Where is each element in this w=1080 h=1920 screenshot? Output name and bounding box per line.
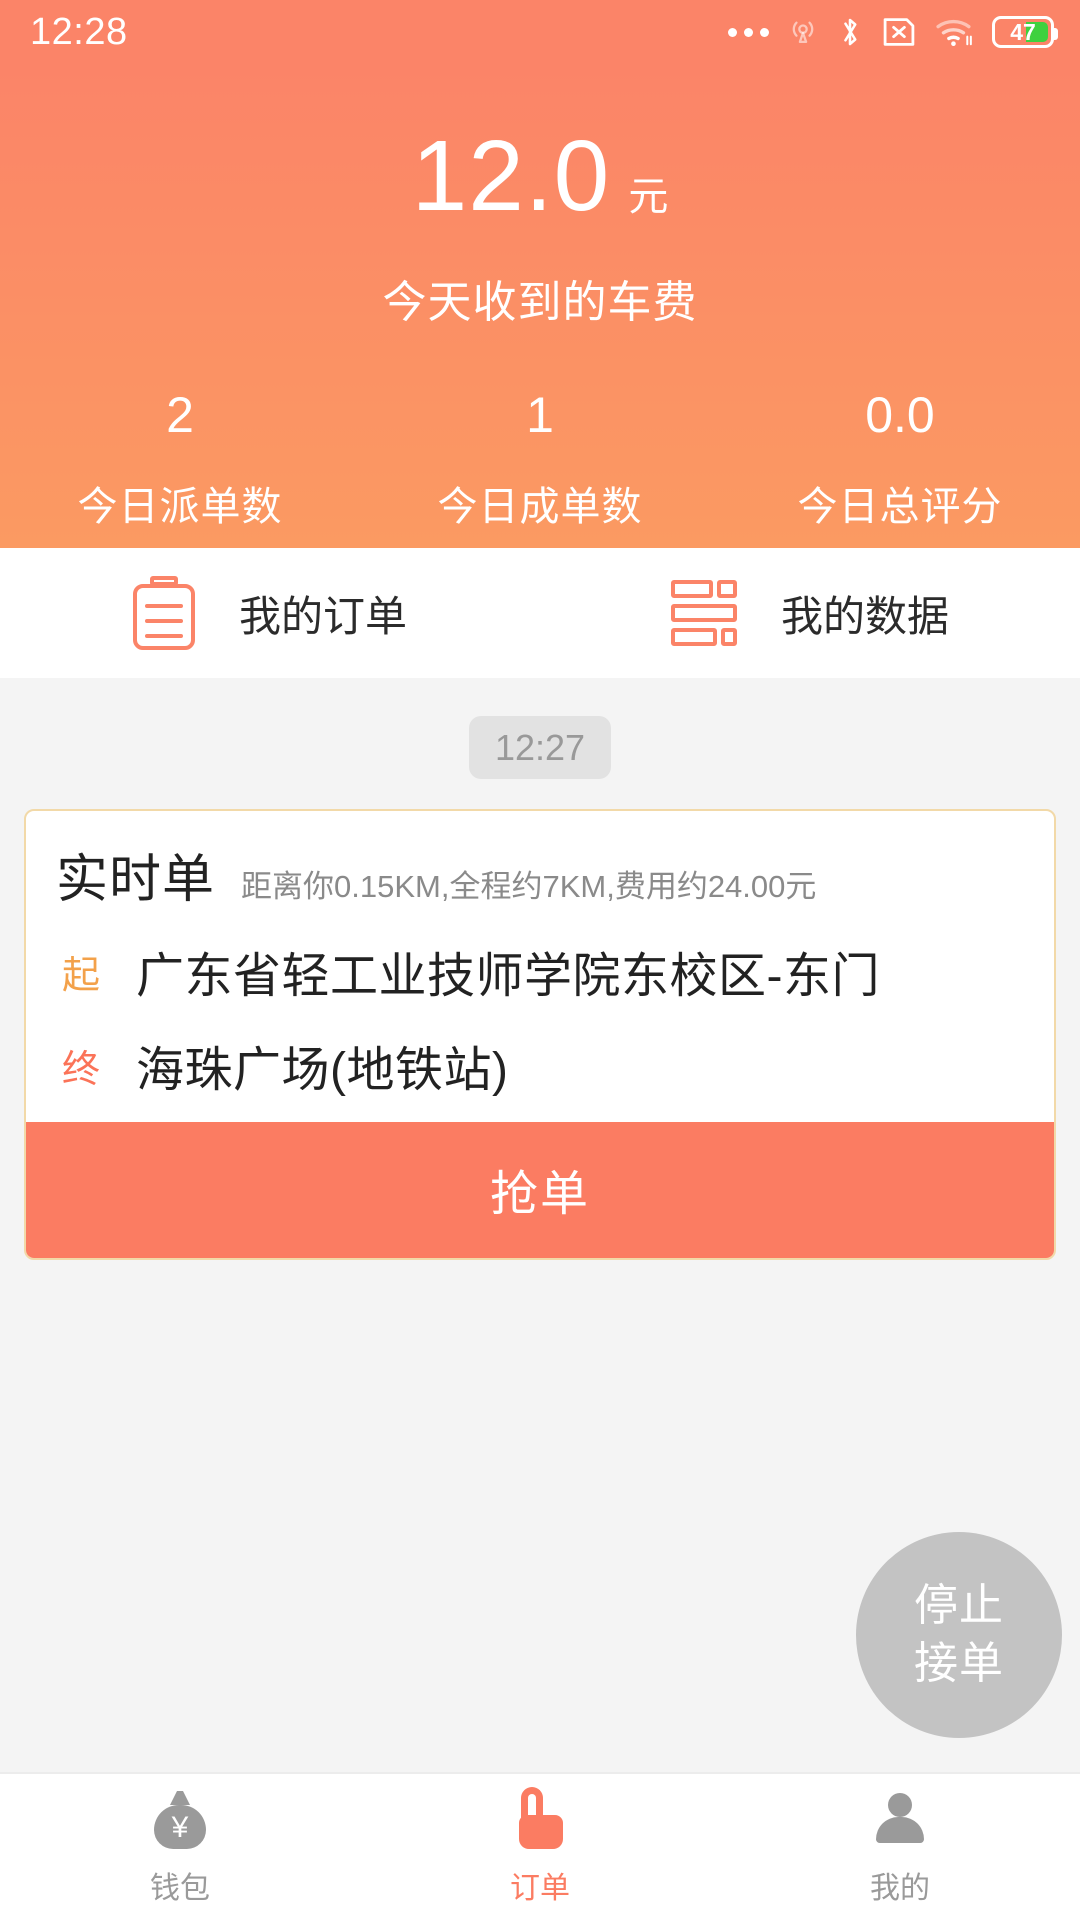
grab-order-button[interactable]: 抢单 [26, 1122, 1054, 1258]
currency-unit: 元 [628, 175, 669, 219]
battery-icon: 47 [992, 16, 1058, 48]
order-start-row: 起 广东省轻工业技师学院东校区-东门 [56, 936, 1024, 1006]
tab-label: 订单 [510, 1872, 570, 1905]
order-card[interactable]: 实时单 距离你0.15KM,全程约7KM,费用约24.00元 起 广东省轻工业技… [24, 809, 1056, 1260]
stats-row: 2 今日派单数 1 今日成单数 0.0 今日总评分 [0, 390, 1080, 532]
fab-line-1: 停止 [914, 1580, 1004, 1630]
order-feed: 12:27 实时单 距离你0.15KM,全程约7KM,费用约24.00元 起 广… [0, 678, 1080, 1772]
person-icon [871, 1787, 929, 1849]
tab-wallet[interactable]: ¥ 钱包 [0, 1787, 360, 1907]
stat-value: 0.0 [865, 387, 935, 443]
quick-menu-item-my-data[interactable]: 我的数据 [540, 580, 1080, 646]
bottom-tab-bar: ¥ 钱包 订单 我的 [0, 1772, 1080, 1920]
today-earnings-amount: 12.0 [411, 120, 611, 232]
app-root: 12:28 47 12.0 元 今天收到的车费 2 今日派单数 1 今日成单数 … [0, 0, 1080, 1920]
status-time: 12:28 [30, 11, 128, 53]
earnings-caption: 今天收到的车费 [382, 278, 698, 327]
tab-orders[interactable]: 订单 [360, 1787, 720, 1907]
feed-timestamp: 12:27 [468, 716, 612, 779]
clipboard-icon [132, 576, 195, 650]
more-dots-icon [728, 27, 769, 37]
quick-menu-label: 我的订单 [238, 592, 407, 640]
order-end-row: 终 海珠广场(地铁站) [56, 1030, 1024, 1100]
tab-label: 钱包 [150, 1872, 210, 1905]
quick-menu-item-my-orders[interactable]: 我的订单 [0, 576, 540, 650]
amount-row: 12.0 元 [412, 126, 669, 226]
stat-label: 今日总评分 [797, 485, 1003, 529]
battery-percent: 47 [1010, 18, 1036, 45]
earnings-header: 12.0 元 今天收到的车费 2 今日派单数 1 今日成单数 0.0 今日总评分 [0, 64, 1080, 548]
status-bar: 12:28 47 [0, 0, 1080, 64]
order-distance-info: 距离你0.15KM,全程约7KM,费用约24.00元 [241, 869, 817, 904]
order-card-header: 实时单 距离你0.15KM,全程约7KM,费用约24.00元 [56, 837, 1024, 912]
thumb-icon [511, 1787, 569, 1849]
stop-accepting-orders-button[interactable]: 停止 接单 [856, 1532, 1062, 1738]
quick-menu: 我的订单 我的数据 [0, 548, 1080, 678]
quick-menu-label: 我的数据 [780, 592, 949, 640]
stat-label: 今日派单数 [77, 485, 283, 529]
tab-profile[interactable]: 我的 [720, 1787, 1080, 1907]
bluetooth-icon [844, 18, 857, 46]
end-tag: 终 [61, 1048, 100, 1091]
start-address: 广东省轻工业技师学院东校区-东门 [136, 950, 880, 1003]
order-card-body: 实时单 距离你0.15KM,全程约7KM,费用约24.00元 起 广东省轻工业技… [26, 811, 1054, 1122]
stat-dispatched: 2 今日派单数 [0, 390, 360, 532]
wifi-icon [936, 19, 972, 46]
hotspot-icon [792, 21, 814, 44]
end-address: 海珠广场(地铁站) [136, 1044, 509, 1097]
start-tag: 起 [61, 954, 100, 997]
order-type-title: 实时单 [56, 851, 216, 909]
wallet-icon: ¥ [151, 1787, 209, 1849]
stat-rating: 0.0 今日总评分 [720, 390, 1080, 532]
sim-card-off-icon [883, 18, 915, 46]
stat-value: 1 [526, 387, 554, 443]
stat-completed: 1 今日成单数 [360, 390, 720, 532]
stat-value: 2 [166, 387, 194, 443]
bars-icon [670, 580, 737, 646]
tab-label: 我的 [870, 1872, 930, 1905]
status-icon-group: 47 [728, 14, 1058, 50]
stat-label: 今日成单数 [437, 485, 643, 529]
fab-line-2: 接单 [914, 1639, 1004, 1688]
